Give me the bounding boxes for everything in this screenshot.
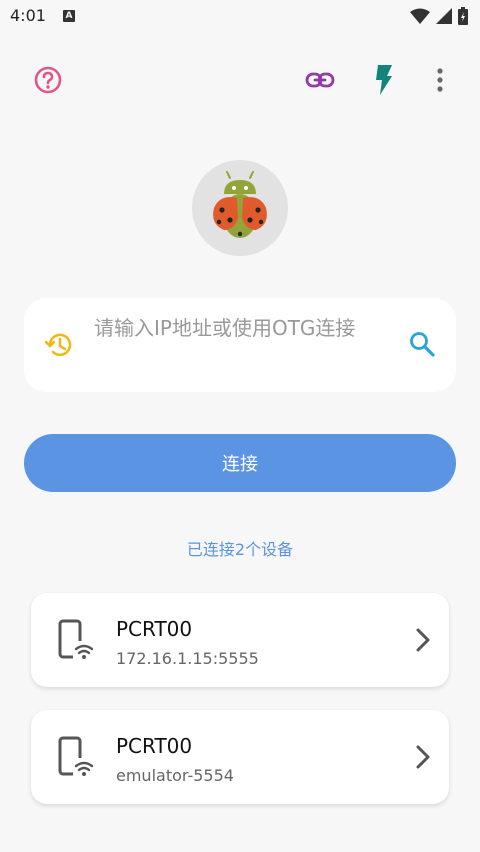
help-button[interactable] — [30, 62, 66, 98]
history-button[interactable] — [44, 330, 74, 364]
status-icons — [410, 7, 468, 25]
device-address: 172.16.1.15:5555 — [116, 649, 259, 668]
connect-button[interactable]: 连接 — [24, 434, 456, 492]
app-logo — [192, 160, 288, 256]
more-options-button[interactable] — [422, 62, 458, 98]
wifi-icon — [410, 8, 430, 24]
battery-icon — [458, 7, 468, 25]
status-time: 4:01 — [10, 6, 46, 25]
flash-button[interactable] — [366, 62, 402, 98]
ip-input[interactable]: 请输入IP地址或使用OTG连接 — [94, 312, 394, 345]
search-button[interactable] — [408, 330, 436, 362]
device-name: PCRT00 — [116, 617, 193, 641]
ladybug-android-icon — [213, 171, 267, 238]
more-vert-icon — [437, 68, 443, 92]
phone-wifi-icon — [57, 619, 94, 665]
status-bar: 4:01 A — [0, 0, 480, 34]
search-icon — [410, 332, 435, 357]
chevron-right-icon — [415, 627, 431, 657]
device-address: emulator-5554 — [116, 766, 234, 785]
signal-icon — [436, 8, 452, 24]
device-card[interactable]: PCRT00 emulator-5554 — [31, 710, 449, 804]
device-name: PCRT00 — [116, 734, 193, 758]
link-button[interactable] — [302, 62, 338, 98]
link-icon — [305, 72, 335, 88]
connected-devices-text[interactable]: 已连接2个设备 — [0, 536, 480, 560]
phone-wifi-icon — [57, 736, 94, 782]
notification-icon: A — [63, 10, 75, 22]
help-icon — [34, 66, 62, 94]
device-card[interactable]: PCRT00 172.16.1.15:5555 — [31, 593, 449, 687]
history-icon — [44, 333, 72, 357]
flash-icon — [376, 65, 392, 95]
ip-input-card: 请输入IP地址或使用OTG连接 — [24, 298, 456, 392]
chevron-right-icon — [415, 744, 431, 774]
